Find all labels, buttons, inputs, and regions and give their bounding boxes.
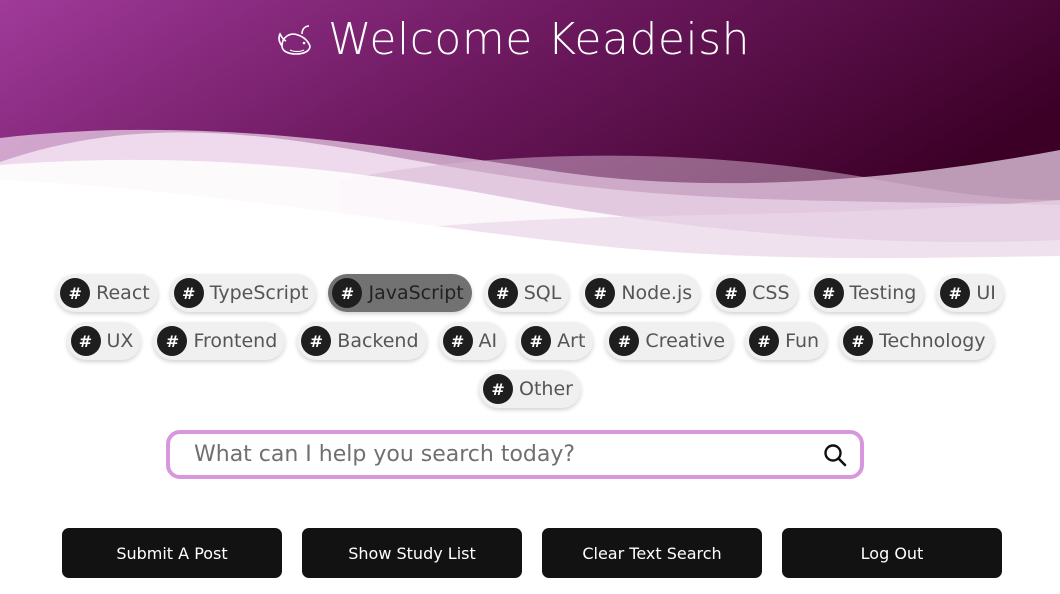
tag-css[interactable]: # CSS <box>712 274 798 312</box>
hashtag-icon: # <box>609 326 640 356</box>
log-out-button[interactable]: Log Out <box>782 528 1002 578</box>
hashtag-icon: # <box>585 278 616 308</box>
tag-label: SQL <box>523 282 562 304</box>
tag-label: Testing <box>849 282 917 304</box>
tag-label: Art <box>557 330 586 352</box>
submit-post-button[interactable]: Submit A Post <box>62 528 282 578</box>
clear-text-search-button[interactable]: Clear Text Search <box>542 528 762 578</box>
hashtag-icon: # <box>442 326 473 356</box>
hashtag-icon: # <box>483 374 514 404</box>
tag-label: Creative <box>645 330 726 352</box>
tag-label: Technology <box>879 330 986 352</box>
tag-sql[interactable]: # SQL <box>483 274 570 312</box>
hashtag-icon: # <box>813 278 844 308</box>
search-bar <box>166 430 864 479</box>
tag-label: React <box>96 282 150 304</box>
page: Welcome Keadeish # React # TypeScript # JavaS… <box>0 0 1060 594</box>
tag-label: Frontend <box>193 330 278 352</box>
hashtag-icon: # <box>749 326 780 356</box>
hashtag-icon: # <box>521 326 552 356</box>
hashtag-icon: # <box>157 326 188 356</box>
hero-title: Welcome Keadeish <box>276 14 750 65</box>
tag-typescript[interactable]: # TypeScript <box>169 274 317 312</box>
tag-technology[interactable]: # Technology <box>839 322 994 360</box>
tag-label: UX <box>106 330 134 352</box>
show-study-list-button[interactable]: Show Study List <box>302 528 522 578</box>
hashtag-icon: # <box>843 326 874 356</box>
search-input[interactable] <box>192 435 822 474</box>
tag-label: AI <box>478 330 498 352</box>
tag-label: Node.js <box>621 282 693 304</box>
tag-testing[interactable]: # Testing <box>809 274 925 312</box>
search-icon[interactable] <box>822 442 848 468</box>
page-title: Welcome Keadeish <box>328 14 750 65</box>
tag-label: Backend <box>337 330 419 352</box>
hashtag-icon: # <box>940 278 971 308</box>
hashtag-icon: # <box>716 278 747 308</box>
tag-label: UI <box>976 282 996 304</box>
hashtag-icon: # <box>173 278 204 308</box>
hashtag-icon: # <box>332 278 363 308</box>
tag-label: CSS <box>752 282 790 304</box>
tag-art[interactable]: # Art <box>517 322 594 360</box>
tag-label: Fun <box>785 330 820 352</box>
tag-label: Other <box>519 378 573 400</box>
tag-fun[interactable]: # Fun <box>745 322 828 360</box>
hashtag-icon: # <box>301 326 332 356</box>
tag-react[interactable]: # React <box>56 274 158 312</box>
tag-other[interactable]: # Other <box>479 370 581 408</box>
action-buttons: Submit A Post Show Study List Clear Text… <box>62 528 1002 578</box>
whale-icon <box>278 24 311 55</box>
tag-label: TypeScript <box>209 282 309 304</box>
tag-node-js[interactable]: # Node.js <box>581 274 701 312</box>
tag-ai[interactable]: # AI <box>438 322 506 360</box>
tag-ui[interactable]: # UI <box>936 274 1004 312</box>
tag-filter-list: # React # TypeScript # JavaScript # SQL # Node.js… <box>20 274 1040 408</box>
tag-label: JavaScript <box>368 282 464 304</box>
hashtag-icon: # <box>487 278 518 308</box>
hashtag-icon: # <box>60 278 91 308</box>
tag-javascript[interactable]: # JavaScript <box>328 274 472 312</box>
tag-frontend[interactable]: # Frontend <box>153 322 286 360</box>
tag-ux[interactable]: # UX <box>66 322 142 360</box>
hashtag-icon: # <box>70 326 101 356</box>
hero-header: Welcome Keadeish <box>0 0 1060 260</box>
tag-creative[interactable]: # Creative <box>605 322 734 360</box>
tag-backend[interactable]: # Backend <box>297 322 427 360</box>
